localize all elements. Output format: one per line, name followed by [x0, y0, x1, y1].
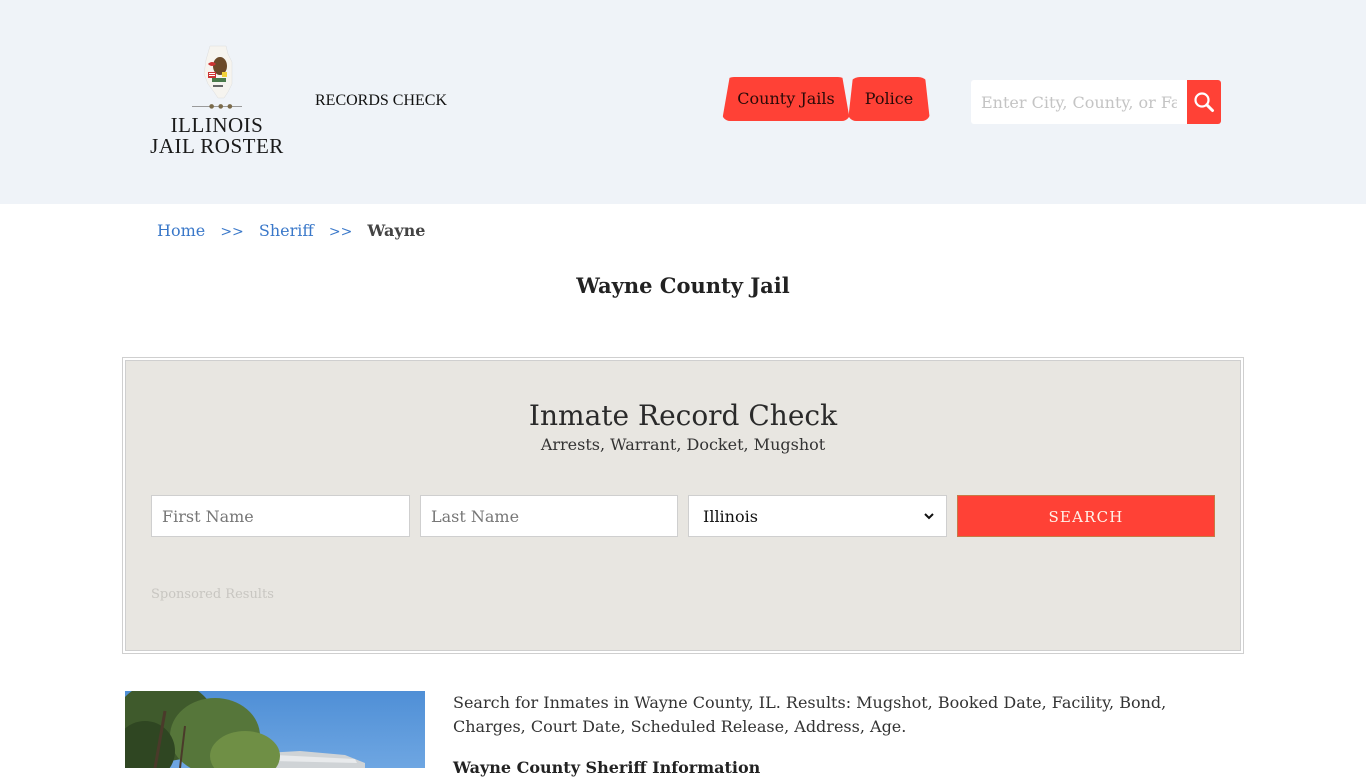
breadcrumb-sheriff[interactable]: Sheriff	[259, 221, 314, 240]
last-name-input[interactable]	[420, 495, 678, 537]
site-logo[interactable]: ● ● ● ILLINOIS JAIL ROSTER	[150, 44, 284, 164]
site-search-input[interactable]	[971, 80, 1187, 124]
site-search-button[interactable]	[1187, 80, 1221, 124]
record-check-title: Inmate Record Check	[528, 399, 838, 432]
record-check-subtitle: Arrests, Warrant, Docket, Mugshot	[540, 435, 826, 454]
breadcrumb-separator: >>	[220, 224, 244, 240]
logo-dots: ● ● ●	[209, 103, 234, 110]
jail-building-photo	[125, 691, 425, 768]
jail-photo-image	[125, 691, 425, 768]
sheriff-info-heading: Wayne County Sheriff Information	[453, 758, 761, 777]
site-header: ● ● ● ILLINOIS JAIL ROSTER RECORDS CHECK…	[0, 0, 1366, 204]
logo-text-jail-roster: JAIL ROSTER	[150, 134, 284, 158]
jail-description: Search for Inmates in Wayne County, IL. …	[453, 693, 1167, 736]
inmate-record-check-panel: Inmate Record Check Arrests, Warrant, Do…	[122, 357, 1244, 654]
page-title: Wayne County Jail	[576, 273, 790, 298]
chevron-down-icon	[924, 513, 934, 520]
state-select[interactable]: Illinois	[688, 495, 947, 537]
record-search-button[interactable]: SEARCH	[957, 495, 1215, 537]
logo-text-illinois: ILLINOIS	[170, 113, 264, 137]
records-check-link[interactable]: RECORDS CHECK	[315, 92, 447, 110]
first-name-input[interactable]	[151, 495, 410, 537]
site-search	[971, 80, 1221, 124]
sponsored-results-label: Sponsored Results	[151, 587, 274, 602]
breadcrumb-current: Wayne	[367, 221, 426, 240]
nav-tab-county-jails[interactable]: County Jails	[722, 77, 850, 121]
illinois-state-seal-icon	[203, 45, 233, 99]
nav-tab-police[interactable]: Police	[848, 77, 930, 121]
breadcrumb-home[interactable]: Home	[157, 221, 205, 240]
search-icon	[1194, 92, 1214, 112]
breadcrumb-separator: >>	[328, 224, 353, 240]
state-select-value: Illinois	[703, 506, 758, 526]
breadcrumb: Home >> Sheriff >> Wayne	[157, 221, 425, 242]
